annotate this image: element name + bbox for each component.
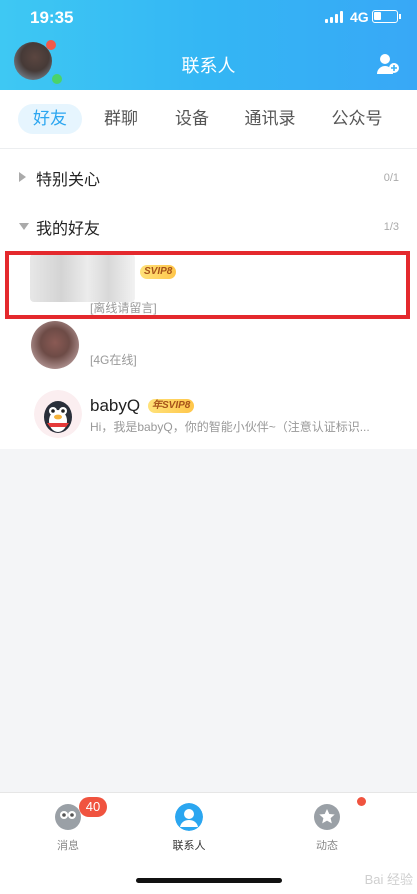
new-moments-dot bbox=[357, 797, 366, 806]
contact-row[interactable]: [4G在线] bbox=[0, 319, 417, 389]
messages-icon bbox=[55, 804, 81, 830]
contact-avatar bbox=[31, 321, 79, 369]
watermark: Bai 经验 bbox=[364, 872, 413, 887]
network-type: 4G bbox=[350, 9, 369, 25]
nav-label: 消息 bbox=[57, 840, 79, 852]
status-bar: 19:35 4G bbox=[0, 6, 417, 28]
group-special-care[interactable]: 特别关心 0/1 bbox=[0, 152, 417, 197]
battery-icon bbox=[372, 10, 401, 23]
nav-label: 联系人 bbox=[172, 840, 206, 852]
tab-groups[interactable]: 群聊 bbox=[97, 104, 145, 134]
contacts-icon bbox=[175, 803, 203, 831]
group-count: 1/3 bbox=[383, 221, 399, 233]
tab-address-book[interactable]: 通讯录 bbox=[238, 104, 302, 134]
collapsed-arrow-icon bbox=[19, 172, 26, 182]
expanded-arrow-icon bbox=[19, 223, 29, 230]
avatar-red-dot bbox=[46, 40, 56, 50]
contact-tabs: 好友 群聊 设备 通讯录 公众号 bbox=[0, 90, 417, 148]
contact-status: [4G在线] bbox=[90, 353, 137, 367]
contact-name: babyQ bbox=[90, 396, 141, 415]
page-title: 联系人 bbox=[181, 56, 236, 76]
tab-friends[interactable]: 好友 bbox=[18, 104, 82, 134]
signal-icon bbox=[325, 11, 345, 23]
unread-count-badge: 40 bbox=[79, 797, 107, 817]
tab-official-accounts[interactable]: 公众号 bbox=[325, 104, 389, 134]
nav-label: 动态 bbox=[316, 840, 338, 852]
contact-status: Hi，我是babyQ，你的智能小伙伴~（注意认证标识... bbox=[90, 420, 370, 434]
top-bar: 19:35 4G 联系人 bbox=[0, 0, 417, 90]
group-name: 我的好友 bbox=[36, 221, 101, 238]
highlight-box bbox=[5, 251, 410, 319]
contact-row[interactable]: babyQ 年SVIP8 Hi，我是babyQ，你的智能小伙伴~（注意认证标识.… bbox=[0, 382, 417, 452]
tab-devices[interactable]: 设备 bbox=[168, 104, 216, 134]
home-indicator[interactable] bbox=[136, 878, 282, 883]
add-friend-icon[interactable] bbox=[376, 53, 400, 75]
nav-moments[interactable]: 动态 bbox=[292, 799, 362, 855]
group-count: 0/1 bbox=[383, 172, 399, 184]
nav-contacts[interactable]: 联系人 bbox=[154, 799, 224, 855]
group-name: 特别关心 bbox=[36, 172, 101, 189]
svip-badge: 年SVIP8 bbox=[148, 399, 195, 413]
babyq-penguin-avatar bbox=[34, 390, 82, 438]
status-time: 19:35 bbox=[30, 8, 74, 27]
moments-star-icon bbox=[314, 804, 340, 830]
friend-groups: 特别关心 0/1 我的好友 1/3 bbox=[0, 149, 417, 239]
